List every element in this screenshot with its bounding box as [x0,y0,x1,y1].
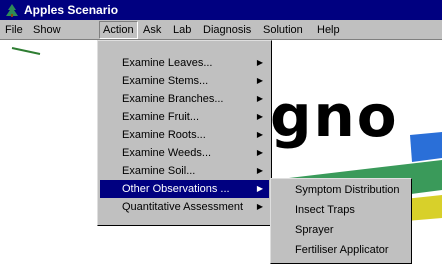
menu-item-examine-stems[interactable]: Examine Stems... ▶ [100,72,269,90]
title-bar: Apples Scenario [0,0,442,20]
menu-item-label: Examine Stems... [122,75,209,87]
menu-item-label: Fertiliser Applicator [295,244,389,256]
menu-item-label: Examine Leaves... [122,57,213,69]
menu-item-examine-soil[interactable]: Examine Soil... ▶ [100,162,269,180]
menu-item-label: Symptom Distribution [295,184,400,196]
submenu-arrow-icon: ▶ [256,202,263,211]
menu-lab[interactable]: Lab [170,22,194,38]
menu-item-examine-roots[interactable]: Examine Roots... ▶ [100,126,269,144]
menu-bar: File Show Action Ask Lab Diagnosis Solut… [0,20,442,40]
menu-item-label: Examine Weeds... [122,147,212,159]
window-title: Apples Scenario [24,3,119,17]
menu-help[interactable]: Help [314,22,343,38]
menu-item-examine-fruit[interactable]: Examine Fruit... ▶ [100,108,269,126]
menu-item-label: Other Observations ... [122,183,230,195]
submenu-arrow-icon: ▶ [256,166,263,175]
submenu-arrow-icon: ▶ [256,58,263,67]
menu-solution[interactable]: Solution [260,22,306,38]
submenu-arrow-icon: ▶ [256,112,263,121]
menu-item-examine-weeds[interactable]: Examine Weeds... ▶ [100,144,269,162]
submenu-item-sprayer[interactable]: Sprayer [273,221,409,239]
app-window: Apples Scenario File Show Action Ask Lab… [0,0,442,266]
menu-diagnosis[interactable]: Diagnosis [200,22,254,38]
submenu-item-symptom-distribution[interactable]: Symptom Distribution [273,181,409,199]
menu-item-quantitative-assessment[interactable]: Quantitative Assessment ▶ [100,198,269,216]
menu-item-label: Insect Traps [295,204,355,216]
action-dropdown: Examine Leaves... ▶ Examine Stems... ▶ Exa… [97,40,272,226]
menu-item-examine-branches[interactable]: Examine Branches... ▶ [100,90,269,108]
menu-item-label: Examine Roots... [122,129,206,141]
menu-show[interactable]: Show [30,22,64,38]
submenu-item-insect-traps[interactable]: Insect Traps [273,201,409,219]
submenu-arrow-icon: ▶ [256,148,263,157]
menu-item-label: Sprayer [295,224,334,236]
menu-item-label: Quantitative Assessment [122,201,244,213]
apple-tree-icon [4,2,20,18]
menu-ask[interactable]: Ask [140,22,164,38]
menu-item-label: Examine Fruit... [122,111,200,123]
menu-action[interactable]: Action [99,21,138,39]
submenu-arrow-icon: ▶ [256,76,263,85]
submenu-arrow-icon: ▶ [256,184,263,193]
submenu-item-fertiliser-applicator[interactable]: Fertiliser Applicator [273,241,409,259]
other-observations-submenu: Symptom Distribution Insect Traps Spraye… [270,178,412,264]
menu-item-other-observations[interactable]: Other Observations ... ▶ [100,180,269,198]
menu-file[interactable]: File [2,22,26,38]
menu-item-examine-leaves[interactable]: Examine Leaves... ▶ [100,54,269,72]
menu-item-label: Examine Branches... [122,93,224,105]
submenu-arrow-icon: ▶ [256,94,263,103]
submenu-arrow-icon: ▶ [256,130,263,139]
menu-item-label: Examine Soil... [122,165,196,177]
